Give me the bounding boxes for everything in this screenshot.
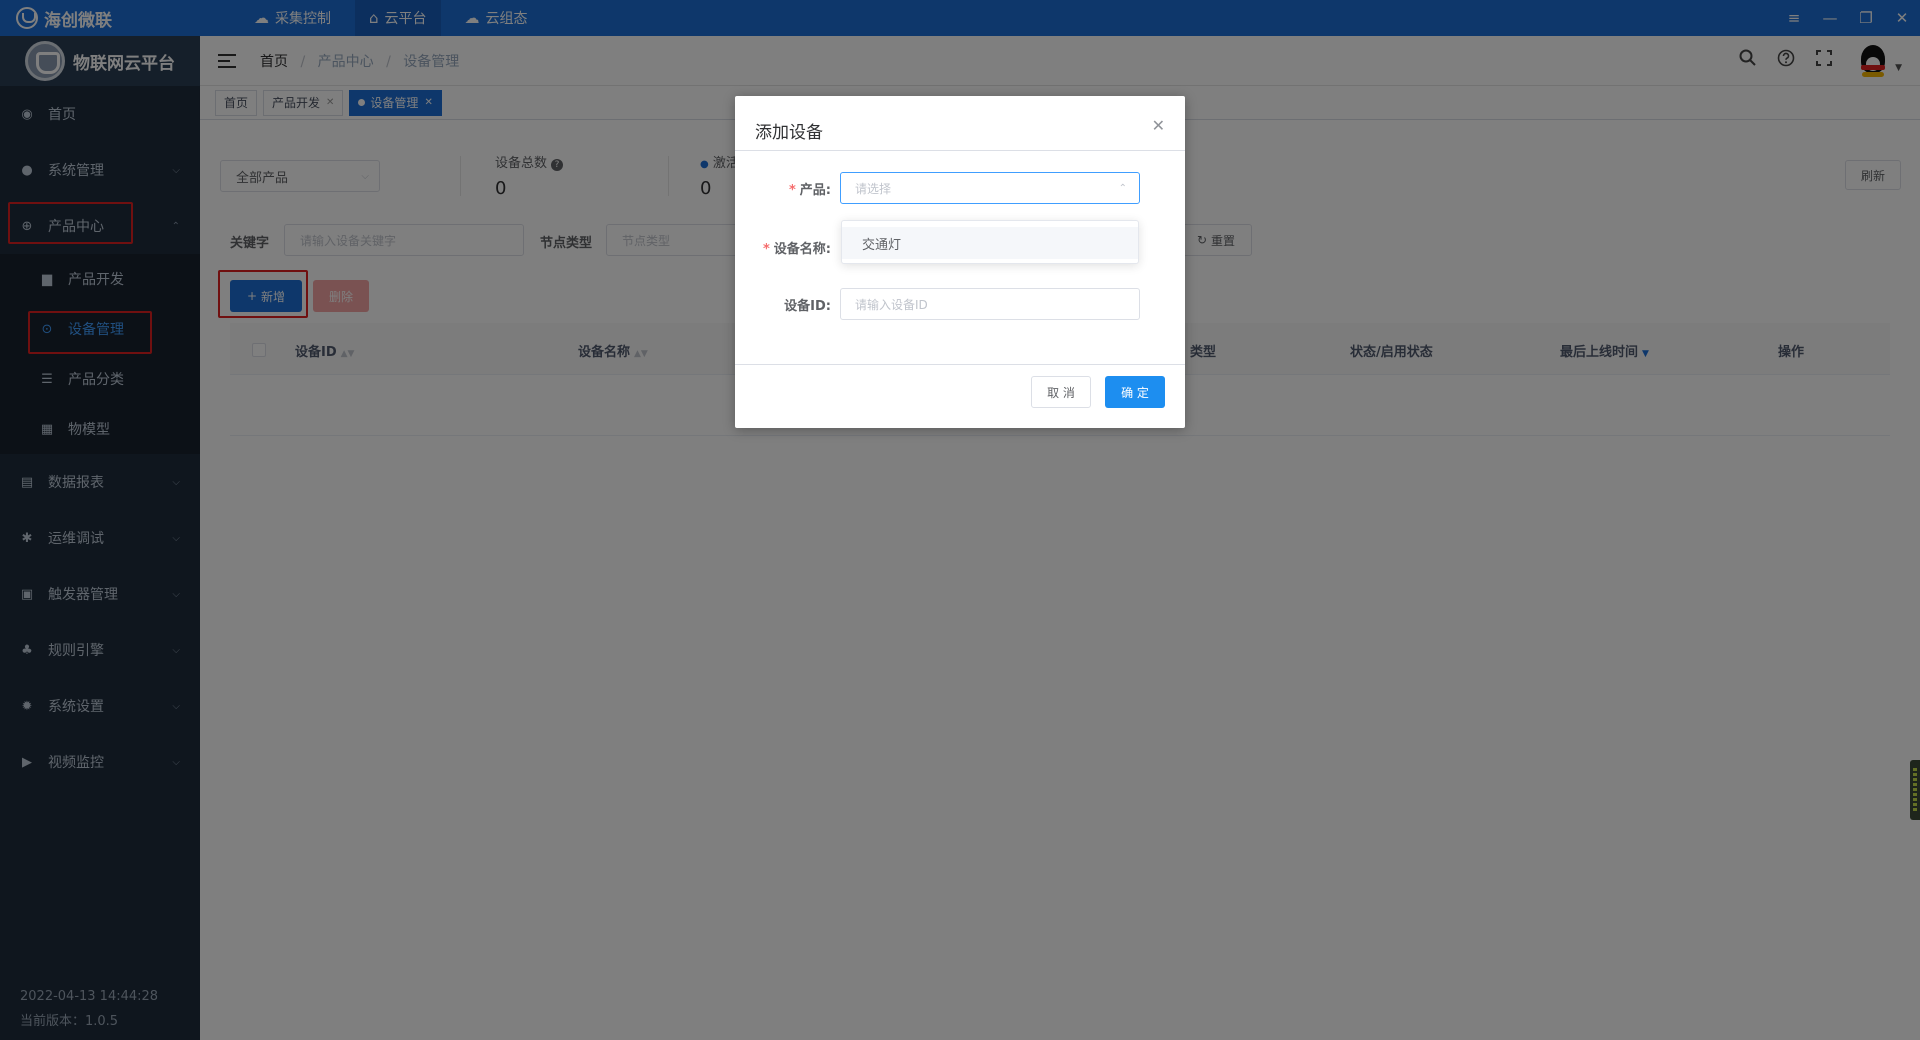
dropdown-option-traffic-light[interactable]: 交通灯: [842, 227, 1138, 259]
cancel-button[interactable]: 取 消: [1031, 376, 1091, 408]
product-select-placeholder: 请选择: [855, 181, 892, 196]
product-select[interactable]: 请选择 ⌃: [840, 172, 1140, 204]
product-dropdown: 交通灯: [841, 220, 1139, 264]
device-id-input[interactable]: 请输入设备ID: [840, 288, 1140, 320]
chevron-up-icon: ⌃: [1118, 182, 1127, 194]
confirm-button[interactable]: 确 定: [1105, 376, 1165, 408]
product-label: * 产品:: [788, 183, 831, 198]
device-id-label: 设备ID:: [784, 299, 831, 314]
dialog-title: 添加设备: [755, 123, 823, 143]
close-icon[interactable]: ✕: [1152, 116, 1165, 135]
add-device-dialog: 添加设备 ✕ * 产品: 请选择 ⌃ 交通灯 * 设备名称: 设备ID: 请输入设备…: [735, 96, 1185, 428]
device-name-label: * 设备名称:: [762, 242, 831, 257]
